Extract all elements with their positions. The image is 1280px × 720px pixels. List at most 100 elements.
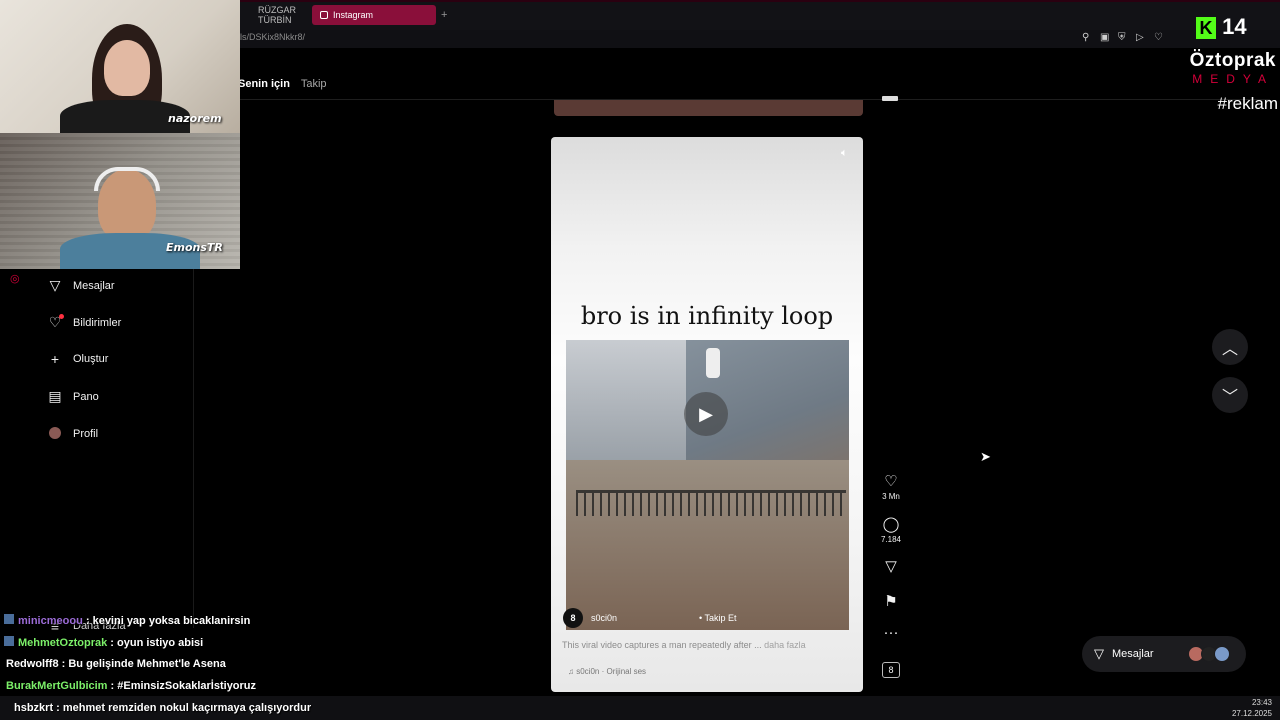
comment-button[interactable]: ◯ 7.184 (876, 515, 906, 544)
instagram-icon (320, 11, 328, 19)
threads-icon[interactable]: ◎ (10, 272, 20, 285)
messages-label: Mesajlar (1112, 648, 1154, 660)
like-count: 3 Mn (882, 492, 900, 501)
brand-name: Öztoprak (1189, 50, 1276, 71)
chat-user: BurakMertGulbicim (6, 680, 108, 692)
audio-label[interactable]: ♫ s0ci0n · Orijinal ses (568, 667, 646, 676)
chat-text: Bu gelişinde Mehmet'le Asena (68, 658, 226, 670)
person-face (104, 40, 150, 96)
hashtag: #reklam (1217, 94, 1278, 113)
tab-instagram[interactable]: Instagram (312, 5, 436, 25)
video-fence (576, 490, 846, 516)
send-icon: ▽ (885, 558, 897, 575)
webcam-1: nazorem (0, 0, 240, 133)
reel-caption: bro is in infinity loop (580, 302, 834, 330)
headset-icon (94, 167, 160, 191)
webcam-2: EmonsTR (0, 133, 240, 269)
follow-button[interactable]: • Takip Et (699, 613, 737, 623)
feed-nav: Senin için Takip (238, 78, 327, 90)
follow-label: Takip Et (704, 613, 737, 623)
sidebar-item-messages[interactable]: ▽ Mesajlar (46, 277, 115, 294)
chat-message: MehmetOztoprak : oyun istiyo abisi (4, 636, 203, 649)
heart-icon: ♡ (46, 314, 64, 331)
system-clock[interactable]: 23:43 27.12.2025 (1232, 697, 1272, 719)
description-text: This viral video captures a man repeated… (562, 640, 762, 650)
url-text: ls/DSKix8Nkkr8/ (240, 32, 306, 42)
sidebar-item-profile[interactable]: Profil (46, 426, 98, 442)
kick-badge: K 14 (1196, 14, 1247, 40)
new-tab-button[interactable]: + (441, 9, 447, 21)
chevron-up-icon: ︿ (1221, 341, 1238, 358)
video-person (706, 348, 720, 378)
pin-icon[interactable]: ⚲ (1082, 32, 1089, 43)
kick-icon: K (1196, 17, 1216, 39)
sidebar-item-label: Mesajlar (73, 279, 115, 292)
chat-user: Redwolff8 (6, 658, 59, 670)
chat-text: oyun istiyo abisi (117, 637, 204, 649)
notification-dot (59, 314, 64, 319)
reel-description: This viral video captures a man repeated… (562, 640, 806, 650)
author-avatar[interactable]: 8 (563, 608, 583, 628)
author-name[interactable]: s0ci0n (591, 613, 617, 623)
chat-message: BurakMertGulbicim : #EminsizSokaklarİsti… (6, 680, 257, 692)
dashboard-icon: ▤ (48, 388, 62, 404)
screenshot-icon[interactable]: ▣ (1100, 32, 1109, 43)
brand-subtitle: MEDYA (1192, 72, 1274, 86)
audio-thumbnail[interactable]: 8 (882, 662, 900, 678)
sidebar-item-create[interactable]: + Oluştur (46, 351, 109, 367)
bookmark-icon: ⚑ (884, 593, 898, 610)
sidebar-item-label: Profil (73, 428, 99, 440)
chat-user: minicmeoou (18, 615, 83, 627)
tab-label: RÜZGAR TÜRBİN (258, 5, 296, 25)
more-link[interactable]: daha fazla (764, 640, 806, 650)
sidebar-item-label: Oluştur (73, 353, 109, 365)
reel-card[interactable]: 🔈︎ bro is in infinity loop ▶ 8 s0ci0n • … (551, 137, 863, 692)
heart-icon[interactable]: ♡ (1154, 32, 1163, 43)
save-button[interactable]: ⚑ (876, 592, 906, 610)
tab-following[interactable]: Takip (301, 78, 327, 90)
sidebar-item-notifications[interactable]: ♡ Bildirimler (46, 314, 121, 331)
sidebar-item-dashboard[interactable]: ▤ Pano (46, 388, 99, 405)
previous-reel-action (882, 96, 898, 101)
heart-icon: ♡ (884, 473, 898, 490)
previous-reel-button[interactable]: ︿ (1212, 329, 1248, 365)
comment-count: 7.184 (880, 535, 902, 544)
play-icon[interactable]: ▶ (684, 392, 728, 436)
next-reel-button[interactable]: ﹀ (1212, 377, 1248, 413)
like-button[interactable]: ♡ 3 Mn (876, 472, 906, 501)
badge-icon (4, 636, 14, 646)
clock-time: 23:43 (1251, 698, 1272, 707)
mouse-cursor: ➤ (980, 449, 991, 464)
send-icon: ▽ (1094, 646, 1104, 661)
chat-message: minicmeoou : kevini yap yoksa bicaklanir… (4, 614, 250, 627)
badge-icon (4, 614, 14, 624)
tab-ruzgar[interactable]: RÜZGAR TÜRBİN (250, 5, 310, 25)
chat-message: hsbzkrt : mehmet remziden nokul kaçırmay… (14, 702, 312, 714)
play-icon[interactable]: ▷ (1136, 32, 1144, 43)
message-avatars (1188, 646, 1230, 662)
clock-date: 27.12.2025 (1231, 709, 1272, 718)
more-icon: ··· (883, 624, 899, 641)
avatar (1214, 646, 1230, 662)
tab-for-you[interactable]: Senin için (238, 78, 290, 90)
plus-icon: + (50, 351, 60, 367)
share-button[interactable]: ▽ (876, 557, 906, 575)
reel-video[interactable]: ▶ (566, 340, 849, 630)
chat-user: MehmetOztoprak (18, 637, 108, 649)
sidebar-item-label: Bildirimler (73, 316, 122, 329)
more-options-button[interactable]: ··· (876, 624, 906, 641)
comment-icon: ◯ (882, 516, 900, 533)
previous-reel-edge (554, 100, 863, 116)
audio-text: s0ci0n · Orijinal ses (576, 667, 647, 676)
volume-icon[interactable]: 🔈︎ (841, 147, 848, 160)
sidebar-item-label: Pano (73, 390, 99, 403)
shield-icon[interactable]: ⛨ (1118, 32, 1126, 43)
tab-label: Instagram (333, 10, 374, 20)
cam1-name: nazorem (168, 112, 222, 125)
messages-button[interactable]: ▽ Mesajlar (1082, 636, 1246, 672)
chat-text: mehmet remziden nokul kaçırmaya çalışıyo… (62, 702, 312, 714)
chat-message: Redwolff8 : Bu gelişinde Mehmet'le Asena (6, 658, 226, 670)
send-icon: ▽ (49, 277, 61, 293)
chat-text: #EminsizSokaklarİstiyoruz (117, 680, 257, 692)
chat-text: kevini yap yoksa bicaklanirsin (92, 615, 251, 627)
